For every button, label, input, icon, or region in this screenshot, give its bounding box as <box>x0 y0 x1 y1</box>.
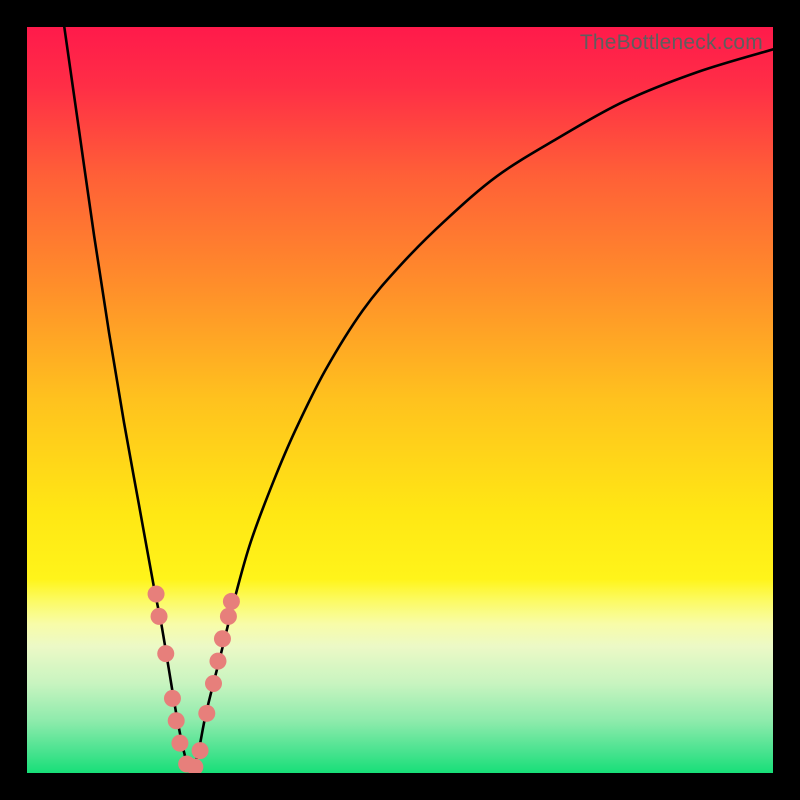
data-marker <box>192 742 209 759</box>
data-marker <box>220 608 237 625</box>
data-marker <box>214 630 231 647</box>
data-marker <box>198 705 215 722</box>
outer-black-frame: TheBottleneck.com <box>0 0 800 800</box>
bottleneck-curve <box>64 27 773 773</box>
marker-group <box>148 585 240 773</box>
data-marker <box>151 608 168 625</box>
data-marker <box>164 690 181 707</box>
plot-area: TheBottleneck.com <box>27 27 773 773</box>
data-marker <box>205 675 222 692</box>
data-marker <box>171 735 188 752</box>
chart-svg <box>27 27 773 773</box>
data-marker <box>223 593 240 610</box>
data-marker <box>209 653 226 670</box>
data-marker <box>168 712 185 729</box>
data-marker <box>157 645 174 662</box>
data-marker <box>148 585 165 602</box>
